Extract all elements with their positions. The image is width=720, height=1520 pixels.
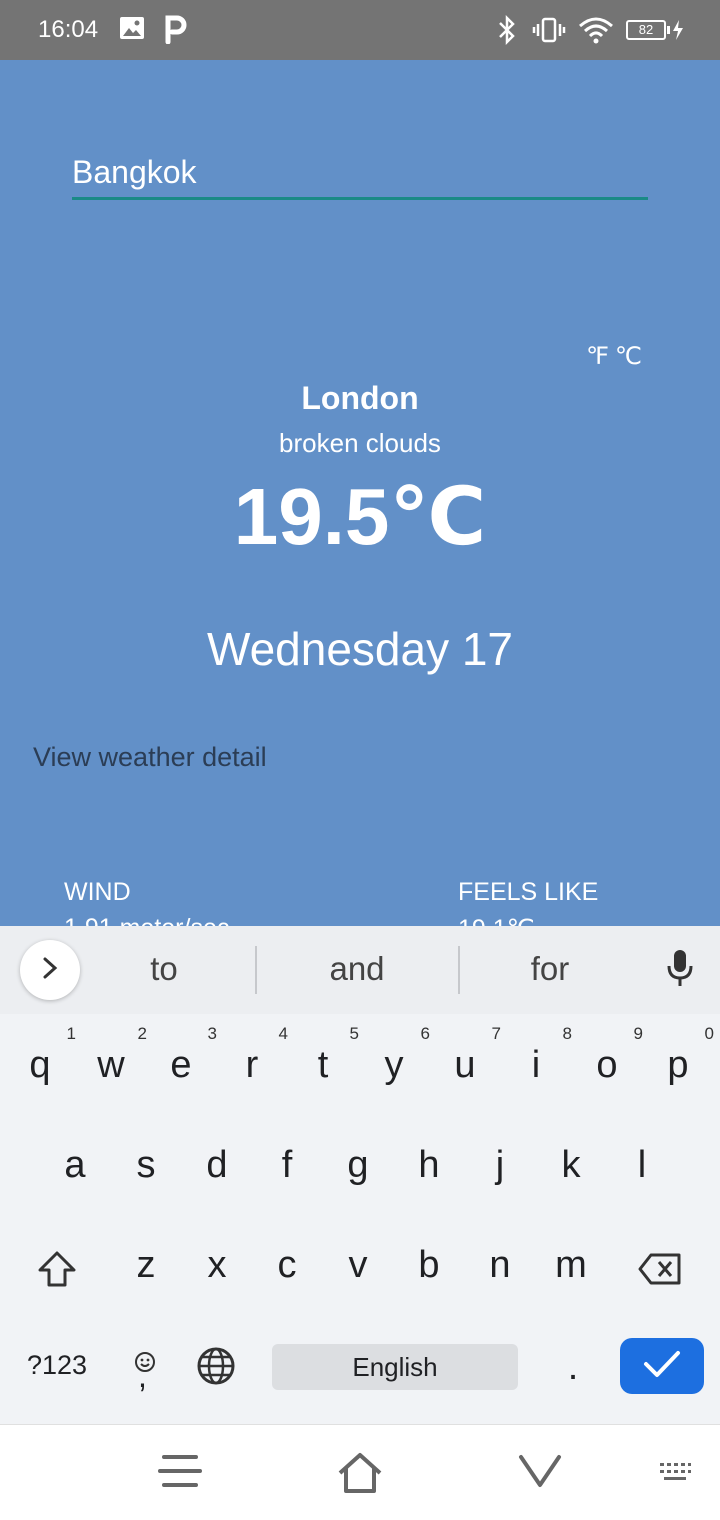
key-y[interactable]: y6 <box>364 1024 431 1087</box>
bluetooth-icon <box>496 14 518 51</box>
suggestion-bar: to and for <box>0 926 720 1014</box>
unit-toggle: ℉ ℃ <box>586 342 648 371</box>
key-d[interactable]: d <box>187 1144 247 1187</box>
key-k[interactable]: k <box>541 1144 601 1187</box>
key-h[interactable]: h <box>399 1144 459 1187</box>
celsius-button[interactable]: ℃ <box>615 343 642 370</box>
wind-value: 1.91 meter/sec <box>64 914 229 926</box>
home-icon[interactable] <box>336 1451 384 1500</box>
view-weather-detail-link[interactable]: View weather detail <box>33 742 267 773</box>
shift-icon <box>37 1251 77 1297</box>
menu-icon[interactable] <box>158 1451 202 1496</box>
keyboard-hide-icon[interactable] <box>658 1461 692 1490</box>
city-search-input[interactable] <box>72 148 648 200</box>
feels-like-label: FEELS LIKE <box>458 878 599 906</box>
key-l[interactable]: l <box>612 1144 672 1187</box>
system-navigation-bar <box>0 1424 720 1520</box>
space-key[interactable]: English <box>272 1344 518 1390</box>
key-w[interactable]: w2 <box>81 1024 147 1087</box>
wind-label: WIND <box>64 878 131 906</box>
parking-app-icon <box>162 14 190 49</box>
date-label: Wednesday 17 <box>206 623 514 675</box>
key-i[interactable]: i8 <box>506 1024 572 1087</box>
soft-keyboard: to and for q1 w2 e3 r4 t5 y6 u7 i8 o9 p0… <box>0 926 720 1424</box>
charging-icon <box>672 20 684 45</box>
divider <box>458 946 460 994</box>
period-key[interactable]: . <box>543 1346 603 1389</box>
key-v[interactable]: v <box>328 1244 388 1287</box>
key-e[interactable]: e3 <box>151 1024 217 1087</box>
weather-description: broken clouds <box>279 428 441 458</box>
city-name: London <box>301 380 419 416</box>
feels-like-value: 19.1℃ <box>458 914 535 926</box>
key-q[interactable]: q1 <box>10 1024 76 1087</box>
symbols-key[interactable]: ?123 <box>16 1350 98 1381</box>
backspace-icon <box>637 1253 683 1295</box>
fahrenheit-button[interactable]: ℉ <box>586 343 609 370</box>
keyboard-menu-button[interactable] <box>20 940 80 1000</box>
microphone-icon[interactable] <box>664 948 696 993</box>
key-f[interactable]: f <box>257 1144 317 1187</box>
key-u[interactable]: u7 <box>435 1024 501 1087</box>
backspace-key[interactable] <box>630 1252 690 1296</box>
key-c[interactable]: c <box>257 1244 317 1287</box>
back-chevron-down-icon[interactable] <box>518 1451 562 1496</box>
key-o[interactable]: o9 <box>577 1024 643 1087</box>
key-z[interactable]: z <box>116 1244 176 1287</box>
enter-key[interactable] <box>620 1338 704 1394</box>
globe-icon <box>196 1347 236 1395</box>
key-t[interactable]: t5 <box>293 1024 359 1087</box>
chevron-right-icon <box>40 956 60 985</box>
temperature: 19.5℃ <box>233 472 487 561</box>
key-b[interactable]: b <box>399 1244 459 1287</box>
language-key[interactable] <box>186 1346 246 1396</box>
key-a[interactable]: a <box>45 1144 105 1187</box>
image-icon <box>118 14 146 47</box>
vibrate-icon <box>532 14 566 51</box>
key-x[interactable]: x <box>187 1244 247 1287</box>
key-s[interactable]: s <box>116 1144 176 1187</box>
divider <box>255 946 257 994</box>
suggestion-2[interactable]: and <box>297 950 417 988</box>
comma-label: , <box>138 1358 147 1394</box>
key-r[interactable]: r4 <box>222 1024 288 1087</box>
clock: 16:04 <box>38 16 99 43</box>
checkmark-icon <box>642 1348 682 1385</box>
key-m[interactable]: m <box>541 1244 601 1287</box>
key-p[interactable]: p0 <box>648 1024 714 1087</box>
shift-key[interactable] <box>27 1250 87 1298</box>
key-g[interactable]: g <box>328 1144 388 1187</box>
key-j[interactable]: j <box>470 1144 530 1187</box>
suggestion-3[interactable]: for <box>490 950 610 988</box>
key-n[interactable]: n <box>470 1244 530 1287</box>
status-bar: 16:04 82 <box>0 0 720 60</box>
suggestion-1[interactable]: to <box>104 950 224 988</box>
weather-app: ℉℃ London broken clouds 19.5℃ Wednesday … <box>0 60 720 926</box>
battery-indicator: 82 <box>626 20 670 40</box>
wifi-icon <box>578 14 614 51</box>
